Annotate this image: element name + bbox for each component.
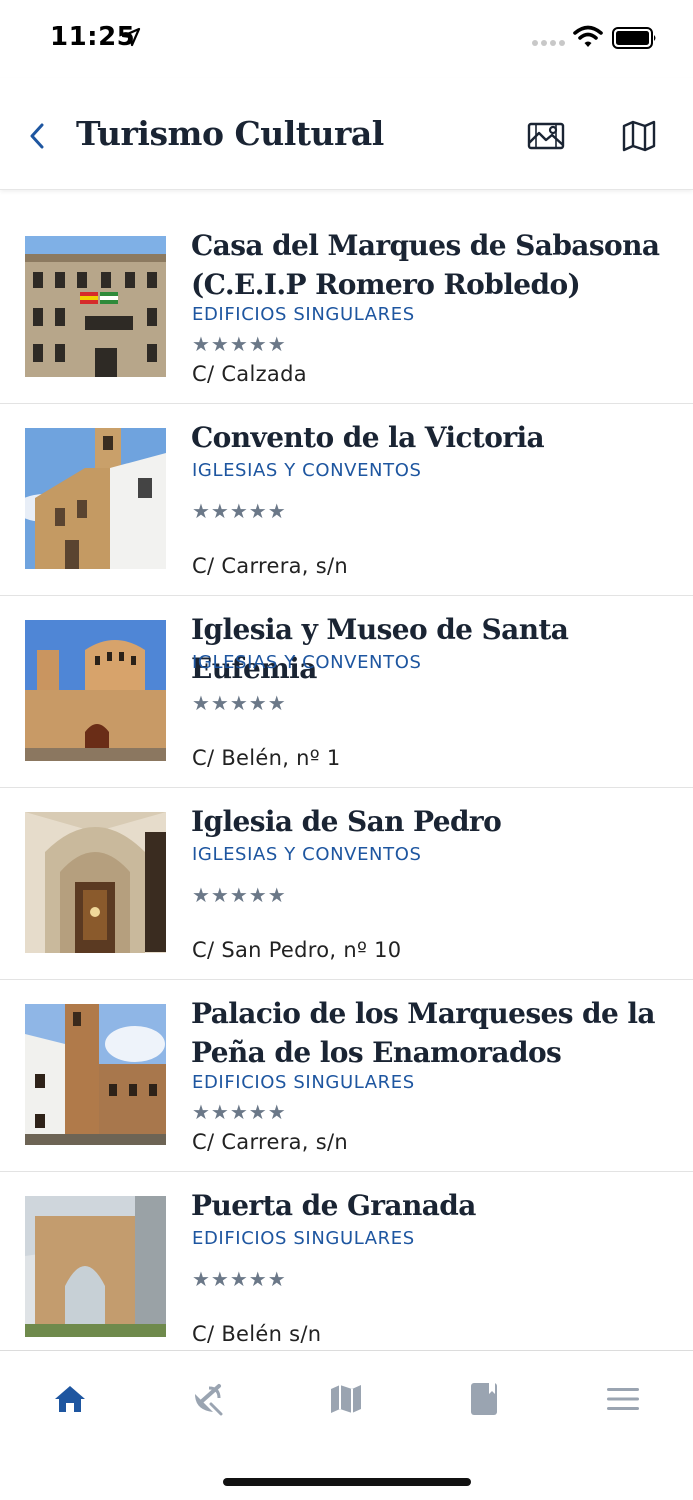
item-category: EDIFICIOS SINGULARES (192, 304, 415, 325)
book-icon (471, 1383, 497, 1415)
menu-icon (607, 1388, 639, 1410)
list-item[interactable]: Iglesia de San Pedro IGLESIAS Y CONVENTO… (0, 788, 693, 980)
tab-home[interactable] (40, 1379, 100, 1419)
item-category: IGLESIAS Y CONVENTOS (192, 460, 422, 481)
item-category: EDIFICIOS SINGULARES (192, 1228, 415, 1249)
tab-explore[interactable] (178, 1379, 238, 1419)
map-icon (331, 1385, 361, 1413)
page-title: Turismo Cultural (76, 114, 384, 153)
status-bar: 11:25 (0, 0, 693, 78)
tab-map[interactable] (316, 1379, 376, 1419)
item-address: C/ Calzada (192, 362, 307, 386)
tab-menu[interactable] (593, 1379, 653, 1419)
home-icon (55, 1386, 85, 1412)
rating-stars: ★★★★★ (192, 501, 287, 523)
rating-stars: ★★★★★ (192, 334, 287, 356)
item-address: C/ Belén, nº 1 (192, 746, 341, 770)
item-address: C/ San Pedro, nº 10 (192, 938, 402, 962)
item-title: Casa del Marques de Sabasona (C.E.I.P Ro… (191, 229, 660, 301)
rating-stars: ★★★★★ (192, 1102, 287, 1124)
list-item[interactable]: Puerta de Granada EDIFICIOS SINGULARES ★… (0, 1172, 693, 1346)
gallery-button[interactable] (526, 118, 566, 154)
location-arrow-icon (121, 27, 141, 47)
item-title: Palacio de los Marqueses de la Peña de l… (191, 997, 656, 1069)
item-address: C/ Carrera, s/n (192, 554, 348, 578)
rating-stars: ★★★★★ (192, 1269, 287, 1291)
list-item[interactable]: Casa del Marques de Sabasona (C.E.I.P Ro… (0, 212, 693, 404)
map-button[interactable] (619, 118, 659, 154)
rating-stars: ★★★★★ (192, 693, 287, 715)
navigation-bar: Turismo Cultural (0, 78, 693, 190)
item-category: IGLESIAS Y CONVENTOS (192, 844, 422, 865)
item-title: Iglesia de San Pedro (191, 805, 502, 838)
satellite-dish-icon (195, 1384, 223, 1416)
thumbnail-image (25, 812, 166, 953)
item-title: Convento de la Victoria (191, 421, 545, 454)
list-item[interactable]: Palacio de los Marqueses de la Peña de l… (0, 980, 693, 1172)
item-title: Puerta de Granada (191, 1189, 476, 1222)
chevron-left-icon (30, 123, 44, 149)
tab-guide[interactable] (454, 1379, 514, 1419)
item-address: C/ Carrera, s/n (192, 1130, 348, 1154)
item-category: EDIFICIOS SINGULARES (192, 1072, 415, 1093)
back-button[interactable] (24, 116, 54, 156)
item-address: C/ Belén s/n (192, 1322, 322, 1346)
thumbnail-image (25, 1196, 166, 1337)
thumbnail-image (25, 620, 166, 761)
image-gallery-icon (527, 122, 565, 150)
list-item[interactable]: Iglesia y Museo de Santa Eufemia IGLESIA… (0, 596, 693, 788)
map-icon (622, 120, 656, 152)
rating-stars: ★★★★★ (192, 885, 287, 907)
thumbnail-image (25, 1004, 166, 1145)
item-category: IGLESIAS Y CONVENTOS (192, 652, 422, 673)
home-indicator (223, 1478, 471, 1486)
thumbnail-image (25, 428, 166, 569)
thumbnail-image (25, 236, 166, 377)
poi-list: Casa del Marques de Sabasona (C.E.I.P Ro… (0, 212, 693, 1346)
wifi-icon (573, 25, 603, 47)
item-title: Iglesia y Museo de Santa Eufemia (191, 613, 569, 685)
battery-icon (612, 27, 656, 49)
list-item[interactable]: Convento de la Victoria IGLESIAS Y CONVE… (0, 404, 693, 596)
signal-icon (532, 40, 565, 46)
